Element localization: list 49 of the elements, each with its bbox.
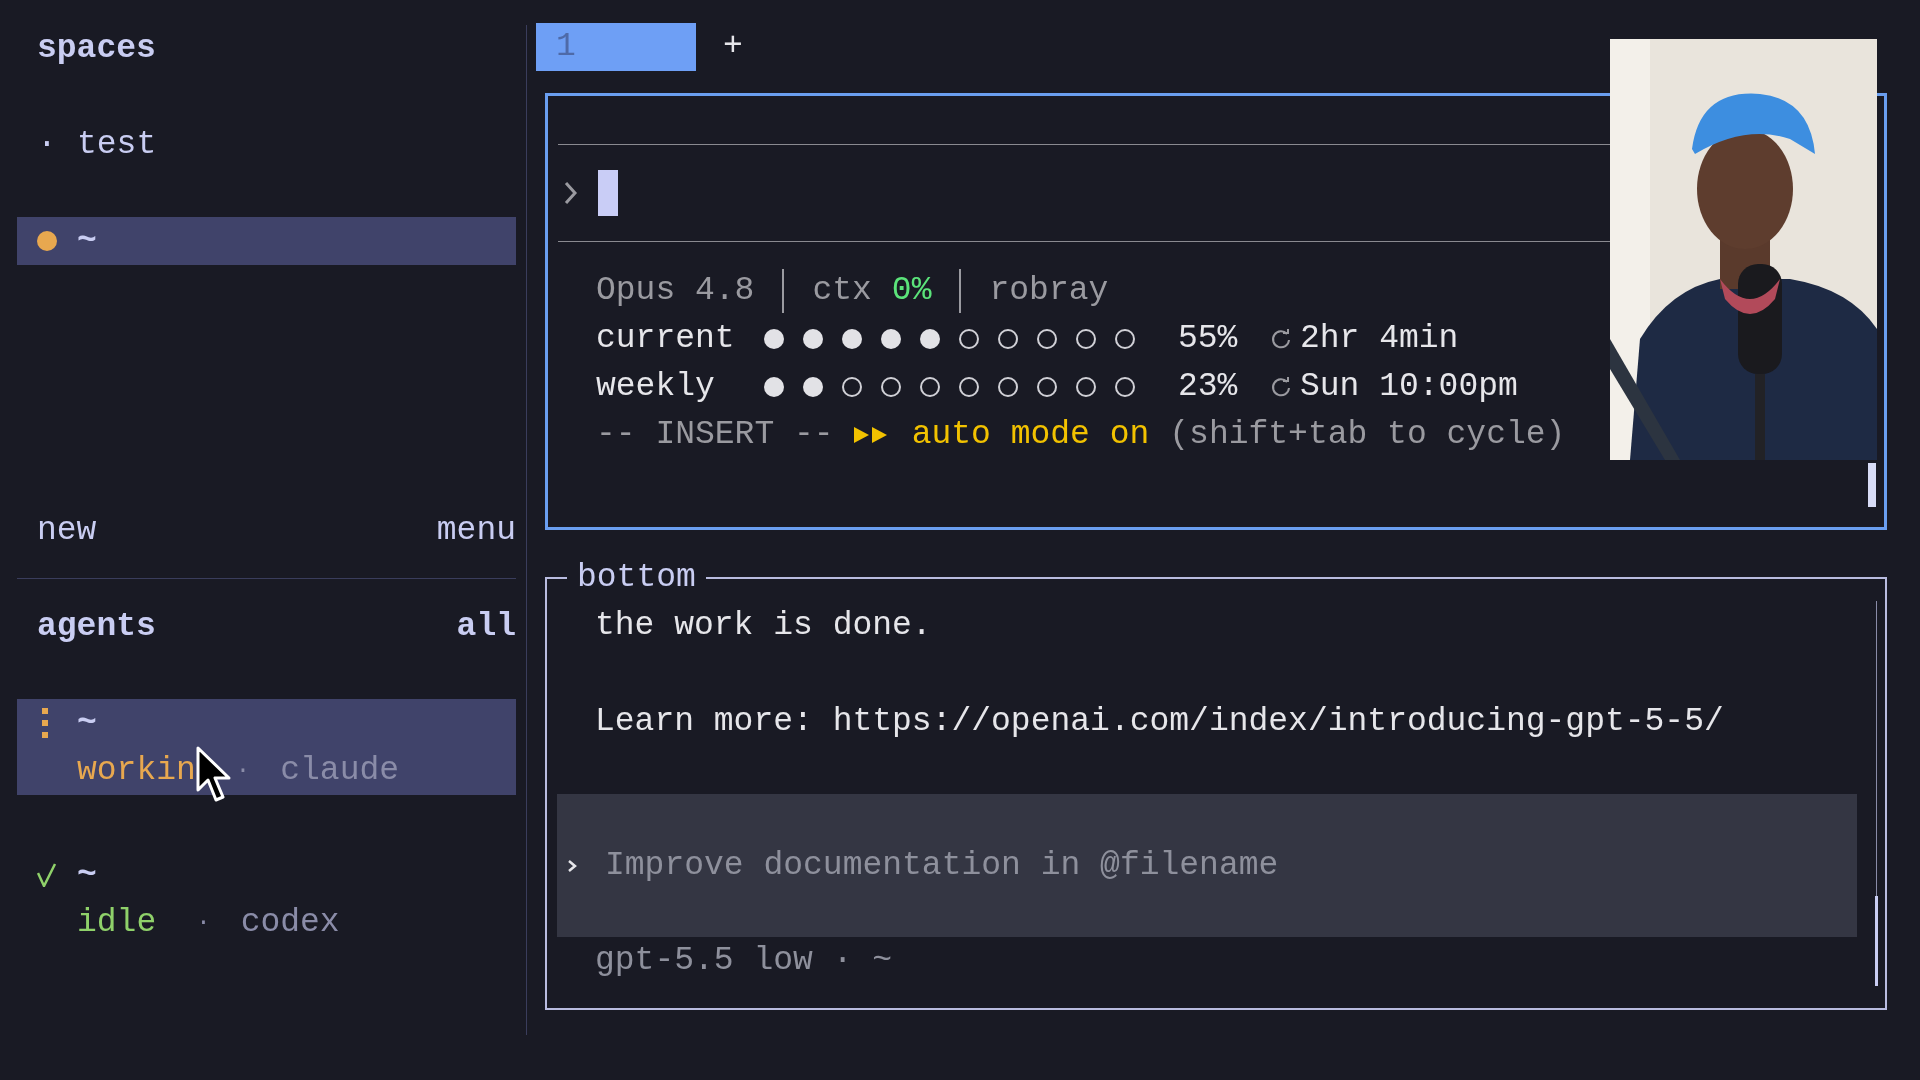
auto-mode-status: auto mode on bbox=[911, 415, 1150, 455]
menu-link[interactable]: menu bbox=[436, 507, 516, 555]
space-item[interactable]: · test bbox=[17, 121, 516, 169]
bullet: · bbox=[37, 125, 57, 165]
check-icon bbox=[37, 863, 57, 887]
spinner-icon bbox=[41, 708, 49, 738]
agent-item[interactable]: ~ idle · codex bbox=[17, 851, 516, 947]
mouse-pointer-icon bbox=[196, 746, 232, 804]
agent-name: claude bbox=[280, 751, 400, 791]
usage-percent: 55% bbox=[1178, 319, 1239, 359]
refresh-icon bbox=[1270, 328, 1292, 350]
agent-path: ~ bbox=[77, 855, 97, 895]
prompt-input[interactable]: Improve documentation in @filename bbox=[557, 794, 1857, 937]
context-label: ctx bbox=[812, 271, 872, 311]
scrollbar-thumb bbox=[1868, 463, 1876, 507]
agent-status: idle bbox=[77, 903, 157, 943]
chevron-icon bbox=[564, 181, 578, 205]
space-name: test bbox=[77, 125, 157, 165]
add-tab-button[interactable]: + bbox=[723, 23, 743, 71]
refresh-icon bbox=[1270, 376, 1292, 398]
input-placeholder: Improve documentation in @filename bbox=[605, 845, 1279, 886]
context-value: 0% bbox=[891, 271, 932, 311]
new-link[interactable]: new bbox=[37, 507, 97, 555]
user-name: robray bbox=[989, 271, 1109, 311]
meter-label: current bbox=[596, 319, 736, 359]
agents-heading: agents bbox=[37, 607, 156, 647]
model-name: Opus 4.8 bbox=[596, 271, 755, 311]
agent-item[interactable]: ~ workin · claude bbox=[17, 699, 516, 795]
mode-hint: (shift+tab to cycle) bbox=[1169, 415, 1566, 455]
agent-status: workin bbox=[77, 751, 196, 791]
agent-name: codex bbox=[240, 903, 340, 943]
text-cursor bbox=[598, 170, 618, 216]
separator-dot: · bbox=[196, 908, 211, 938]
space-item[interactable]: ~ bbox=[17, 217, 516, 265]
separator-dot: · bbox=[235, 756, 251, 786]
all-filter[interactable]: all bbox=[456, 603, 516, 651]
output-line: Learn more: https://openai.com/index/introducing-gpt-5-5/ bbox=[595, 702, 1724, 742]
mode-indicator: -- INSERT -- bbox=[596, 415, 834, 455]
reset-time: 2hr 4min bbox=[1300, 319, 1459, 359]
agent-path: ~ bbox=[77, 703, 97, 743]
model-footer: gpt-5.5 low · ~ bbox=[595, 942, 893, 979]
output-line: the work is done. bbox=[595, 606, 932, 646]
spaces-heading: spaces bbox=[37, 30, 156, 67]
meter-label: weekly bbox=[596, 367, 716, 407]
space-name: ~ bbox=[77, 221, 97, 261]
usage-percent: 23% bbox=[1178, 367, 1239, 407]
reset-time: Sun 10:00pm bbox=[1300, 367, 1518, 407]
fast-forward-icon bbox=[853, 427, 888, 443]
chevron-icon bbox=[567, 857, 577, 874]
